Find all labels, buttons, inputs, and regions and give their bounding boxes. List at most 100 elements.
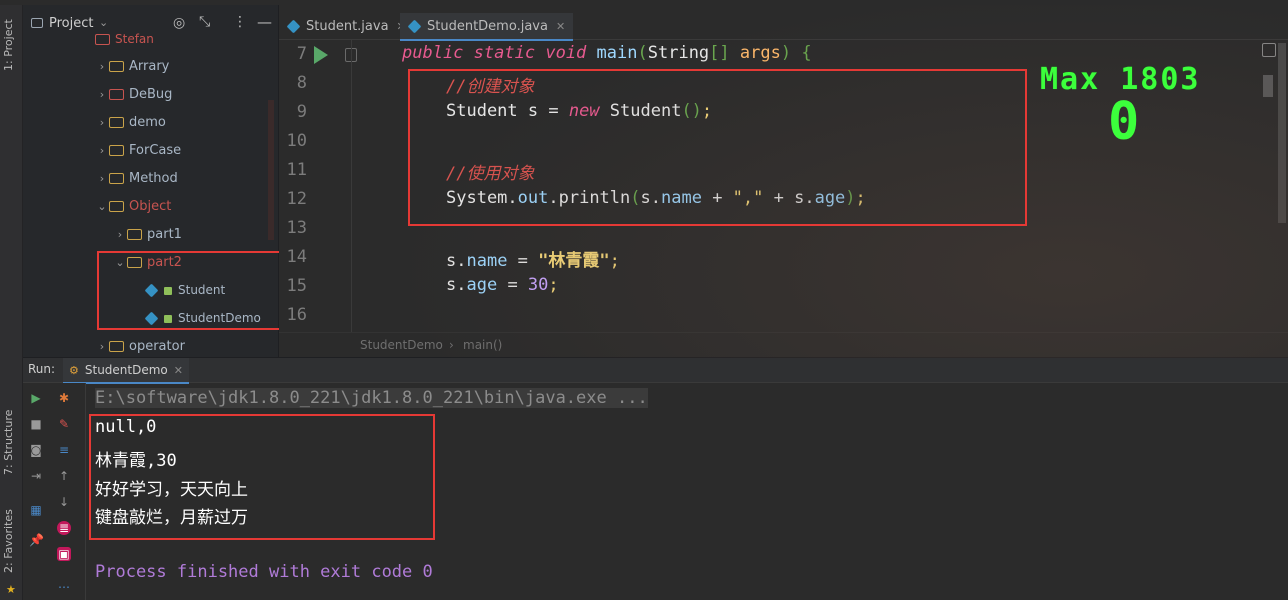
code-token: ( (637, 43, 648, 63)
favorites-tool-tab[interactable]: 2: Favorites (2, 509, 15, 573)
gutter-divider (351, 40, 352, 340)
tree-item-arrary[interactable]: › Arrary (95, 54, 170, 78)
highlight-box-output (89, 414, 435, 540)
highlight-box-code (408, 69, 1027, 226)
code-token: public (402, 43, 464, 63)
run-toolbar: ▶ ✱ ■ ✎ ◙ ≡ ⇥ ↑ ↓ ▦ ≣ 📌 ▣ … (23, 383, 86, 600)
line-number: 13 (286, 218, 307, 238)
line-number: 7 (296, 44, 307, 64)
chevron-right-icon: › (449, 338, 454, 352)
tree-item-demo[interactable]: › demo (95, 110, 166, 134)
tree-item-debug[interactable]: › DeBug (95, 82, 173, 106)
rerun-icon[interactable]: ▶ (29, 391, 43, 405)
star-icon: ★ (6, 583, 16, 596)
code-token: s. (446, 275, 467, 295)
code-token: "林青霞" (538, 251, 610, 271)
run-panel-header: Run: ⚙ StudentDemo ✕ (23, 358, 1288, 384)
chevron-right-icon[interactable]: › (95, 116, 109, 129)
breadcrumb: StudentDemo › main() (279, 332, 1288, 357)
memory-overlay: Max 1803 0 (1040, 62, 1250, 162)
close-icon[interactable]: ✕ (556, 20, 565, 33)
tree-partial-item[interactable]: Stefan (95, 27, 154, 51)
folder-icon (109, 116, 124, 128)
tab-label: StudentDemo.java (427, 18, 548, 34)
run-command: E:\software\jdk1.8.0_221\jdk1.8.0_221\bi… (95, 388, 648, 408)
chevron-right-icon[interactable]: › (95, 340, 109, 353)
line-number: 9 (296, 102, 307, 122)
overlay-value: 0 (1108, 92, 1140, 152)
folder-icon (109, 200, 124, 212)
print-icon[interactable]: ▣ (57, 547, 71, 561)
minimize-icon[interactable]: — (257, 13, 272, 31)
breadcrumb-item[interactable]: main() (463, 338, 502, 352)
code-token: ; (609, 251, 620, 271)
tree-item-label: DeBug (129, 86, 173, 102)
wrench-icon[interactable]: ✎ (57, 417, 71, 431)
folder-icon (109, 60, 124, 72)
tree-item-object[interactable]: ⌄ Object (95, 194, 171, 218)
code-token: String (647, 43, 710, 63)
tab-studentdemo-java[interactable]: StudentDemo.java ✕ (400, 13, 574, 41)
chevron-right-icon[interactable]: › (95, 88, 109, 101)
project-tool-tab[interactable]: 1: Project (2, 19, 15, 71)
more-icon[interactable]: … (57, 577, 71, 591)
line-number: 14 (286, 247, 307, 267)
line-number: 8 (296, 73, 307, 93)
tree-item-label: Stefan (115, 32, 154, 46)
process-finished-text: Process finished with exit code 0 (95, 562, 433, 582)
pin-icon[interactable]: 📌 (29, 533, 44, 547)
tree-item-operator[interactable]: › operator (95, 334, 185, 357)
exit-icon[interactable]: ⇥ (29, 469, 43, 483)
code-token: = (497, 275, 528, 295)
highlight-box-part2 (97, 251, 305, 330)
layout-icon[interactable]: ▦ (29, 503, 43, 517)
java-class-icon (286, 19, 301, 33)
collapse-all-icon[interactable]: ⤡ (199, 14, 210, 30)
tree-item-label: operator (129, 338, 185, 354)
code-line-7[interactable]: public static void main(String[] args) { (402, 43, 812, 63)
editor-scroll-track[interactable] (1278, 43, 1286, 223)
chevron-right-icon[interactable]: › (113, 228, 127, 241)
tree-item-forcase[interactable]: › ForCase (95, 138, 181, 162)
options-icon[interactable]: ⋮ (233, 14, 247, 30)
folder-icon (109, 172, 124, 184)
project-scrollbar[interactable] (268, 100, 274, 240)
chevron-right-icon[interactable]: › (95, 172, 109, 185)
arrow-up-icon[interactable]: ↑ (57, 469, 71, 483)
editor-scrollbar[interactable] (1263, 75, 1273, 97)
project-title[interactable]: Project (49, 16, 93, 31)
editor-tab-bar: Student.java ✕ StudentDemo.java ✕ (279, 13, 1288, 41)
code-line-14[interactable]: s.name = "林青霞"; (446, 246, 620, 271)
structure-tool-tab[interactable]: 7: Structure (2, 410, 15, 475)
chevron-down-icon[interactable]: ⌄ (95, 200, 109, 213)
locate-icon[interactable]: ◎ (173, 15, 185, 31)
arrow-down-icon[interactable]: ↓ (57, 495, 71, 509)
code-token: name (466, 251, 508, 271)
line-number: 10 (286, 131, 307, 151)
chevron-right-icon[interactable]: › (95, 144, 109, 157)
code-line-15[interactable]: s.age = 30; (446, 275, 559, 295)
close-icon[interactable]: ✕ (174, 364, 183, 377)
code-token: ; (548, 275, 559, 295)
tab-student-java[interactable]: Student.java ✕ (279, 13, 414, 39)
stop-icon[interactable]: ■ (29, 417, 43, 431)
run-gutter-icon[interactable] (314, 46, 328, 64)
camera-icon[interactable]: ◙ (29, 443, 43, 457)
code-token: void (545, 43, 587, 63)
tree-item-part1[interactable]: › part1 (113, 222, 182, 246)
breadcrumb-item[interactable]: StudentDemo (360, 338, 443, 352)
run-tab-studentdemo[interactable]: ⚙ StudentDemo ✕ (63, 358, 189, 384)
tree-item-method[interactable]: › Method (95, 166, 178, 190)
code-token: s. (446, 251, 467, 271)
inspection-icon[interactable] (1262, 43, 1276, 57)
chevron-right-icon[interactable]: › (95, 60, 109, 73)
sort-icon[interactable]: ≡ (57, 443, 71, 457)
tree-item-label: Method (129, 170, 178, 186)
debug-icon[interactable]: ✱ (57, 391, 71, 405)
folder-icon (95, 33, 110, 45)
tree-item-label: Object (129, 198, 172, 214)
folder-icon (109, 340, 124, 352)
code-token: static (473, 43, 536, 63)
wrap-icon[interactable]: ≣ (57, 521, 71, 535)
tree-item-label: part1 (147, 226, 182, 242)
